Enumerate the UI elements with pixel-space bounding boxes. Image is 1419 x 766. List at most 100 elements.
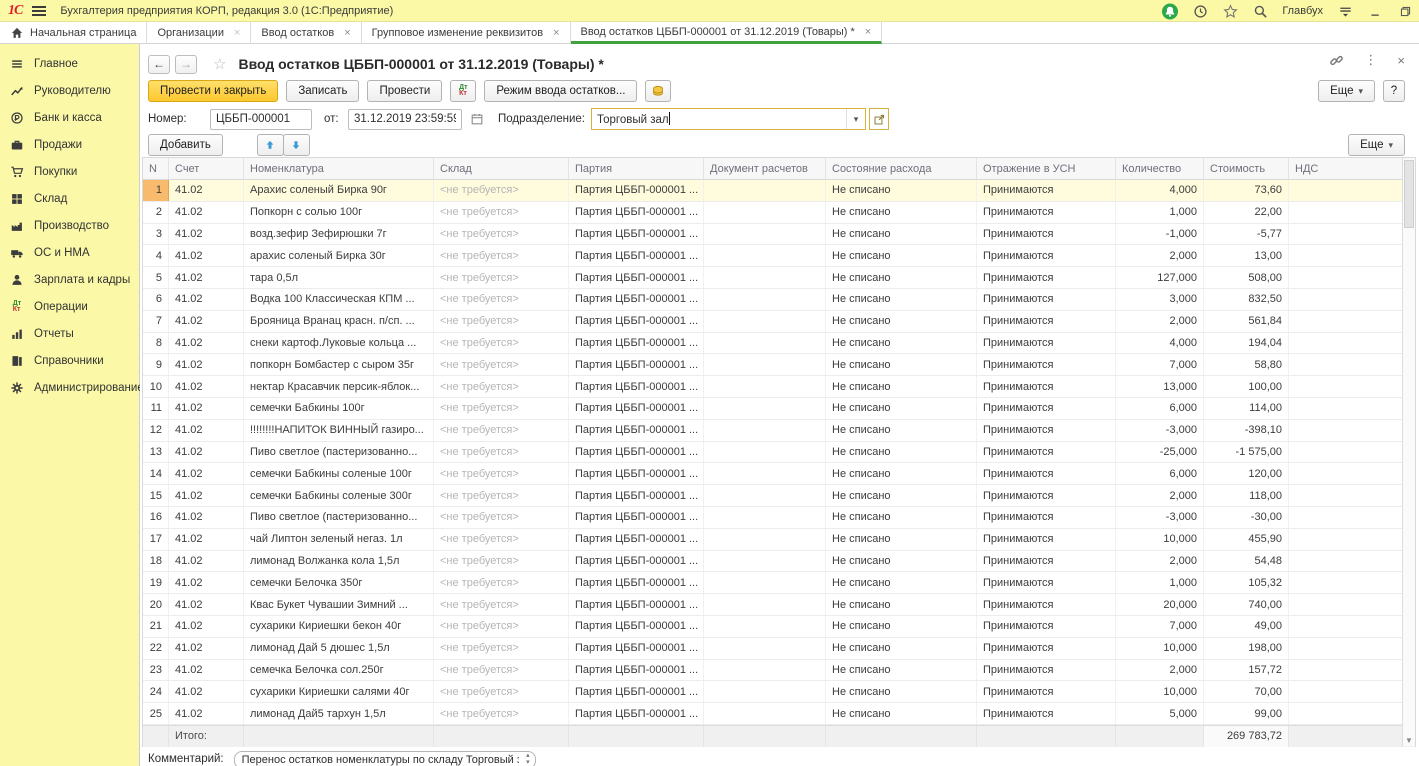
cell-vat[interactable] bbox=[1289, 507, 1403, 528]
cell-account[interactable]: 41.02 bbox=[169, 180, 244, 201]
cell-expense-state[interactable]: Не списано bbox=[826, 660, 977, 681]
cell-usn[interactable]: Принимаются bbox=[977, 224, 1116, 245]
cell-row-number[interactable]: 22 bbox=[143, 638, 169, 659]
cell-item[interactable]: чай Липтон зеленый негаз. 1л bbox=[244, 529, 434, 550]
cell-quantity[interactable]: 10,000 bbox=[1116, 638, 1204, 659]
cell-quantity[interactable]: -1,000 bbox=[1116, 224, 1204, 245]
table-row[interactable]: 2241.02лимонад Дай 5 дюшес 1,5л<не требу… bbox=[143, 638, 1415, 660]
sidebar-item-производство[interactable]: Производство bbox=[0, 212, 139, 239]
table-row[interactable]: 641.02Водка 100 Классическая КПМ ...<не … bbox=[143, 289, 1415, 311]
cell-warehouse[interactable]: <не требуется> bbox=[434, 376, 569, 397]
cell-usn[interactable]: Принимаются bbox=[977, 376, 1116, 397]
cell-account[interactable]: 41.02 bbox=[169, 638, 244, 659]
cell-item[interactable]: Попкорн с солью 100г bbox=[244, 202, 434, 223]
cell-account[interactable]: 41.02 bbox=[169, 660, 244, 681]
get-link-icon[interactable] bbox=[1329, 53, 1344, 68]
tab-2[interactable]: Организации× bbox=[147, 22, 251, 44]
cell-cost[interactable]: 100,00 bbox=[1204, 376, 1289, 397]
table-row[interactable]: 2041.02Квас Букет Чувашии Зимний ...<не … bbox=[143, 594, 1415, 616]
sidebar-item-покупки[interactable]: Покупки bbox=[0, 158, 139, 185]
cell-vat[interactable] bbox=[1289, 681, 1403, 702]
cell-usn[interactable]: Принимаются bbox=[977, 354, 1116, 375]
cell-expense-state[interactable]: Не списано bbox=[826, 333, 977, 354]
cell-expense-state[interactable]: Не списано bbox=[826, 681, 977, 702]
sidebar-item-банк-и-касса[interactable]: Банк и касса bbox=[0, 104, 139, 131]
cell-item[interactable]: !!!!!!!!НАПИТОК ВИННЫЙ газиро... bbox=[244, 420, 434, 441]
cell-expense-state[interactable]: Не списано bbox=[826, 420, 977, 441]
cell-settlement-doc[interactable] bbox=[704, 289, 826, 310]
cell-usn[interactable]: Принимаются bbox=[977, 420, 1116, 441]
close-form-icon[interactable]: × bbox=[1397, 53, 1405, 68]
cell-usn[interactable]: Принимаются bbox=[977, 245, 1116, 266]
cell-batch[interactable]: Партия ЦББП-000001 ... bbox=[569, 376, 704, 397]
cell-item[interactable]: возд.зефир Зефирюшки 7г bbox=[244, 224, 434, 245]
cell-settlement-doc[interactable] bbox=[704, 333, 826, 354]
cell-cost[interactable]: 508,00 bbox=[1204, 267, 1289, 288]
cell-account[interactable]: 41.02 bbox=[169, 420, 244, 441]
table-row[interactable]: 1941.02семечки Белочка 350г<не требуется… bbox=[143, 572, 1415, 594]
cell-cost[interactable]: 832,50 bbox=[1204, 289, 1289, 310]
tab-3[interactable]: Ввод остатков× bbox=[251, 22, 361, 44]
cell-expense-state[interactable]: Не списано bbox=[826, 245, 977, 266]
cell-row-number[interactable]: 1 bbox=[143, 180, 169, 201]
cell-settlement-doc[interactable] bbox=[704, 681, 826, 702]
sidebar-item-ос-и-нма[interactable]: ОС и НМА bbox=[0, 239, 139, 266]
cell-quantity[interactable]: 13,000 bbox=[1116, 376, 1204, 397]
coins-icon-button[interactable] bbox=[645, 80, 671, 102]
tab-close-icon[interactable]: × bbox=[553, 27, 559, 39]
cell-item[interactable]: арахис соленый Бирка 30г bbox=[244, 245, 434, 266]
cell-cost[interactable]: 120,00 bbox=[1204, 463, 1289, 484]
cell-vat[interactable] bbox=[1289, 267, 1403, 288]
cell-row-number[interactable]: 5 bbox=[143, 267, 169, 288]
tab-1[interactable]: Начальная страница bbox=[0, 22, 147, 44]
cell-vat[interactable] bbox=[1289, 224, 1403, 245]
notifications-icon[interactable] bbox=[1162, 3, 1178, 19]
cell-warehouse[interactable]: <не требуется> bbox=[434, 681, 569, 702]
favorites-star-icon[interactable] bbox=[1222, 3, 1238, 19]
cell-settlement-doc[interactable] bbox=[704, 594, 826, 615]
cell-vat[interactable] bbox=[1289, 638, 1403, 659]
column-header-5[interactable]: Партия bbox=[569, 158, 704, 179]
cell-usn[interactable]: Принимаются bbox=[977, 703, 1116, 724]
cell-usn[interactable]: Принимаются bbox=[977, 311, 1116, 332]
cell-account[interactable]: 41.02 bbox=[169, 703, 244, 724]
table-row[interactable]: 1741.02чай Липтон зеленый негаз. 1л<не т… bbox=[143, 529, 1415, 551]
column-header-6[interactable]: Документ расчетов bbox=[704, 158, 826, 179]
cell-account[interactable]: 41.02 bbox=[169, 485, 244, 506]
department-field[interactable]: Торговый зал ▾ bbox=[591, 108, 866, 130]
column-header-2[interactable]: Счет bbox=[169, 158, 244, 179]
more-dots-icon[interactable]: ⋮ bbox=[1364, 52, 1377, 68]
minimize-icon[interactable] bbox=[1367, 3, 1383, 19]
cell-vat[interactable] bbox=[1289, 289, 1403, 310]
cell-account[interactable]: 41.02 bbox=[169, 289, 244, 310]
cell-account[interactable]: 41.02 bbox=[169, 463, 244, 484]
table-more-button[interactable]: Еще▾ bbox=[1348, 134, 1405, 156]
cell-settlement-doc[interactable] bbox=[704, 420, 826, 441]
cell-expense-state[interactable]: Не списано bbox=[826, 376, 977, 397]
cell-usn[interactable]: Принимаются bbox=[977, 551, 1116, 572]
cell-item[interactable]: сухарики Кириешки бекон 40г bbox=[244, 616, 434, 637]
table-row[interactable]: 741.02Брояница Вранац красн. п/сп. ...<н… bbox=[143, 311, 1415, 333]
cell-vat[interactable] bbox=[1289, 398, 1403, 419]
cell-row-number[interactable]: 15 bbox=[143, 485, 169, 506]
cell-quantity[interactable]: 4,000 bbox=[1116, 333, 1204, 354]
cell-warehouse[interactable]: <не требуется> bbox=[434, 660, 569, 681]
cell-cost[interactable]: -1 575,00 bbox=[1204, 442, 1289, 463]
cell-batch[interactable]: Партия ЦББП-000001 ... bbox=[569, 202, 704, 223]
cell-expense-state[interactable]: Не списано bbox=[826, 485, 977, 506]
cell-quantity[interactable]: 7,000 bbox=[1116, 354, 1204, 375]
cell-warehouse[interactable]: <не требуется> bbox=[434, 594, 569, 615]
cell-vat[interactable] bbox=[1289, 333, 1403, 354]
help-button[interactable]: ? bbox=[1383, 80, 1405, 102]
form-more-button[interactable]: Еще▾ bbox=[1318, 80, 1375, 102]
cell-cost[interactable]: 58,80 bbox=[1204, 354, 1289, 375]
department-dropdown-icon[interactable]: ▾ bbox=[846, 109, 865, 129]
cell-quantity[interactable]: -25,000 bbox=[1116, 442, 1204, 463]
cell-usn[interactable]: Принимаются bbox=[977, 289, 1116, 310]
post-button[interactable]: Провести bbox=[367, 80, 442, 102]
table-row[interactable]: 1241.02!!!!!!!!НАПИТОК ВИННЫЙ газиро...<… bbox=[143, 420, 1415, 442]
cell-item[interactable]: семечки Бабкины соленые 300г bbox=[244, 485, 434, 506]
date-input[interactable] bbox=[348, 109, 462, 130]
move-row-up-button[interactable] bbox=[257, 134, 284, 156]
cell-batch[interactable]: Партия ЦББП-000001 ... bbox=[569, 289, 704, 310]
